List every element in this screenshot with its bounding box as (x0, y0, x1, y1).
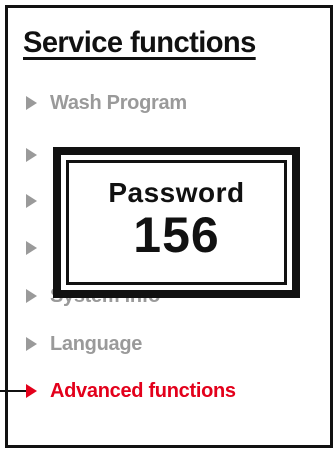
menu-item-3[interactable] (26, 186, 50, 216)
menu-item-label: Advanced functions (50, 379, 236, 402)
callout-pointer-line (0, 390, 26, 392)
menu-item-label: Language (50, 332, 143, 355)
triangle-right-icon (26, 384, 37, 398)
triangle-right-icon (26, 337, 37, 351)
menu-item-language[interactable]: Language (26, 329, 142, 359)
menu-item-wash-program[interactable]: Wash Program (26, 88, 187, 118)
password-dialog-title: Password (108, 177, 245, 208)
triangle-right-icon (26, 241, 37, 255)
menu-item-2[interactable] (26, 140, 50, 170)
triangle-right-icon (26, 148, 37, 162)
password-dialog: Password 156 (61, 155, 292, 290)
menu-item-advanced-functions[interactable]: Advanced functions (26, 376, 236, 406)
triangle-right-icon (26, 96, 37, 110)
triangle-right-icon (26, 289, 37, 303)
menu-item-4[interactable] (26, 233, 50, 263)
password-dialog-inner: Password 156 (66, 160, 287, 285)
menu-item-label: Wash Program (50, 91, 187, 114)
triangle-right-icon (26, 194, 37, 208)
password-value: 156 (133, 207, 220, 263)
